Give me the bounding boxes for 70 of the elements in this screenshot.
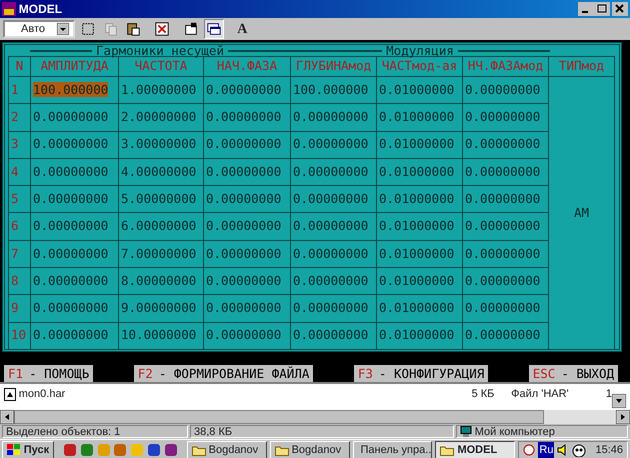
start-button[interactable]: Пуск xyxy=(2,440,54,458)
taskbar-button[interactable]: MODEL xyxy=(435,440,516,458)
file-name: mon0.har xyxy=(18,387,66,402)
folder-icon xyxy=(274,444,289,456)
scroll-down-button[interactable] xyxy=(612,394,626,408)
column-header: N xyxy=(8,56,30,76)
column-header: НЧ.ФАЗАмод xyxy=(462,56,548,76)
folder-icon xyxy=(440,444,454,456)
maximize-button[interactable] xyxy=(594,2,610,16)
taskbar-button[interactable]: Bogdanov xyxy=(270,440,350,458)
select-icon xyxy=(80,20,96,38)
file-icon xyxy=(4,388,16,401)
column-header: ТИПмод xyxy=(548,56,614,76)
scroll-left-icon xyxy=(0,410,14,424)
folder-icon xyxy=(192,444,206,456)
taskbar-button[interactable]: Панель упра... xyxy=(352,440,432,458)
computer-icon xyxy=(460,426,472,437)
column-header: ЧАСТОТА xyxy=(118,56,204,76)
panda-icon[interactable] xyxy=(572,444,586,456)
function-key[interactable]: F3 - КОНФИГУРАЦИЯ xyxy=(354,365,488,382)
row-number: 2 xyxy=(11,109,19,124)
row-number: 9 xyxy=(11,300,19,316)
quick-launch-icon[interactable] xyxy=(63,443,78,457)
window-icon xyxy=(206,20,222,38)
fullscreen-icon xyxy=(154,20,170,38)
clock: 15:46 xyxy=(595,442,623,458)
font-size-select[interactable]: Авто xyxy=(3,20,75,38)
quick-launch-icon[interactable] xyxy=(164,443,178,457)
minimize-button[interactable] xyxy=(578,2,594,16)
status-size: 38,8 КБ xyxy=(190,425,454,438)
file-type: Файл 'HAR' xyxy=(511,387,570,402)
status-selection: Выделено объектов: 1 xyxy=(2,425,188,438)
row-number: 10 xyxy=(11,327,26,342)
quick-launch-icon[interactable] xyxy=(146,443,161,457)
properties-icon xyxy=(182,20,199,38)
row-number: 8 xyxy=(11,272,19,288)
table-cell[interactable]: 100.000000 xyxy=(33,82,108,97)
row-number: 5 xyxy=(11,190,19,206)
status-location: Мой компьютер xyxy=(456,425,628,438)
row-number: 1 xyxy=(11,82,19,97)
language-indicator[interactable]: Ru xyxy=(538,442,554,458)
quick-launch-icon[interactable] xyxy=(80,443,94,457)
column-header: НАЧ.ФАЗА xyxy=(204,56,290,76)
function-key[interactable]: F2 - ФОРМИРОВАНИЕ ФАЙЛА xyxy=(134,365,314,382)
file-size: 5 КБ xyxy=(472,387,494,402)
copy-icon xyxy=(102,20,118,38)
window-title: MODEL xyxy=(18,1,62,18)
taskbar-button[interactable]: Bogdanov xyxy=(186,440,267,458)
file-date: 1 xyxy=(606,387,612,402)
horizontal-scrollbar[interactable] xyxy=(0,410,630,424)
dropdown-arrow-icon xyxy=(57,23,69,35)
column-header: АМПЛИТУДА xyxy=(30,56,118,76)
row-number: 3 xyxy=(11,136,19,152)
window-button[interactable] xyxy=(204,19,224,39)
column-header: ЧАСТмод-ая xyxy=(376,56,462,76)
function-key[interactable]: F1 - ПОМОЩЬ xyxy=(4,365,94,382)
paste-icon xyxy=(125,20,142,38)
group-title: Гармоники несущей xyxy=(95,45,225,56)
close-button[interactable] xyxy=(612,2,628,16)
fullscreen-button[interactable] xyxy=(152,19,172,39)
app-icon xyxy=(2,2,16,16)
column-header: ГЛУБИНАмод xyxy=(290,56,376,76)
group-title: Модуляция xyxy=(385,45,455,56)
function-key[interactable]: ESC - ВЫХОД xyxy=(528,365,618,382)
modulation-type: AM xyxy=(574,204,590,220)
scroll-right-icon xyxy=(616,410,630,424)
windows-logo-icon xyxy=(7,444,21,456)
row-number: 7 xyxy=(11,246,19,261)
row-number: 4 xyxy=(11,164,19,179)
row-number: 6 xyxy=(11,218,19,234)
